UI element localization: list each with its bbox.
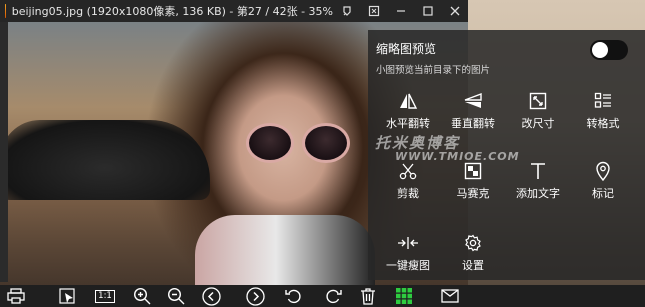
- photo-sunglass-left: [246, 123, 294, 163]
- compress-icon: [398, 237, 418, 249]
- next-button[interactable]: [243, 286, 267, 306]
- compress-button[interactable]: 一键瘦图: [376, 232, 440, 276]
- convert-format-button[interactable]: 转格式: [571, 90, 635, 134]
- next-icon: [245, 286, 265, 306]
- print-icon: [7, 288, 25, 304]
- settings-button[interactable]: 设置: [441, 232, 505, 276]
- text-icon: [531, 163, 545, 179]
- convert-format-icon: [594, 92, 611, 108]
- zoom-in-icon: [133, 287, 151, 305]
- rotate-left-icon: [285, 289, 301, 304]
- thumbnail-preview-toggle[interactable]: [590, 40, 628, 60]
- flip-horizontal-label: 水平翻转: [386, 117, 430, 130]
- app-icon: [5, 4, 6, 18]
- panel-title: 缩略图预览: [376, 42, 437, 56]
- select-icon: [59, 288, 75, 304]
- resize-label: 改尺寸: [521, 117, 555, 130]
- scissors-icon: [399, 163, 417, 180]
- pin-icon[interactable]: [333, 0, 360, 22]
- mail-button[interactable]: [438, 287, 462, 305]
- mark-label: 标记: [592, 187, 614, 200]
- mark-button[interactable]: 标记: [571, 160, 635, 204]
- actual-size-button[interactable]: 1:1: [92, 287, 118, 305]
- grid-view-button[interactable]: [392, 287, 416, 305]
- flip-vertical-label: 垂直翻转: [451, 117, 495, 130]
- photo-car: [0, 120, 210, 200]
- crop-label: 剪裁: [397, 187, 419, 200]
- mosaic-label: 马赛克: [456, 187, 490, 200]
- photo-sunglass-right: [302, 123, 350, 163]
- convert-format-label: 转格式: [586, 117, 620, 130]
- minimize-icon[interactable]: [387, 0, 414, 22]
- close-icon[interactable]: [441, 0, 468, 22]
- watermark-url: WWW.TMIOE.COM: [395, 150, 520, 163]
- resize-icon: [529, 92, 547, 110]
- title-bar: beijing05.jpg (1920x1080像素, 136 KB) - 第2…: [0, 0, 468, 22]
- rotate-right-icon: [326, 289, 342, 304]
- location-pin-icon: [596, 161, 610, 181]
- rotate-left-button[interactable]: [282, 287, 306, 305]
- compress-label: 一键瘦图: [386, 259, 430, 272]
- flip-vertical-icon: [464, 92, 482, 108]
- flip-vertical-button[interactable]: 垂直翻转: [441, 90, 505, 134]
- zoom-in-button[interactable]: [130, 287, 154, 305]
- print-button[interactable]: [4, 287, 28, 305]
- photo-body: [195, 215, 375, 285]
- window-controls: [333, 0, 468, 22]
- panel-subtitle: 小图预览当前目录下的图片: [376, 65, 491, 76]
- rotate-right-button[interactable]: [321, 287, 345, 305]
- fullscreen-icon[interactable]: [360, 0, 387, 22]
- crop-button[interactable]: 剪裁: [376, 160, 440, 204]
- zoom-out-button[interactable]: [164, 287, 188, 305]
- flip-horizontal-icon: [400, 93, 418, 109]
- window-title: beijing05.jpg (1920x1080像素, 136 KB) - 第2…: [11, 5, 333, 18]
- toggle-knob: [592, 42, 608, 58]
- zoom-out-icon: [167, 287, 185, 305]
- add-text-button[interactable]: 添加文字: [506, 160, 570, 204]
- grid-icon: [396, 288, 412, 304]
- actual-size-icon: 1:1: [95, 289, 115, 303]
- mosaic-button[interactable]: 马赛克: [441, 160, 505, 204]
- delete-button[interactable]: [356, 287, 380, 305]
- flip-horizontal-button[interactable]: 水平翻转: [376, 90, 440, 134]
- mosaic-icon: [464, 162, 482, 180]
- add-text-label: 添加文字: [516, 187, 560, 200]
- gear-icon: [465, 234, 481, 252]
- settings-label: 设置: [462, 259, 484, 272]
- resize-button[interactable]: 改尺寸: [506, 90, 570, 134]
- delete-icon: [361, 288, 375, 305]
- previous-icon: [201, 286, 221, 306]
- mail-icon: [441, 289, 459, 303]
- select-button[interactable]: [56, 287, 80, 305]
- previous-button[interactable]: [199, 286, 223, 306]
- maximize-icon[interactable]: [414, 0, 441, 22]
- thumbnail-edge: [0, 22, 8, 282]
